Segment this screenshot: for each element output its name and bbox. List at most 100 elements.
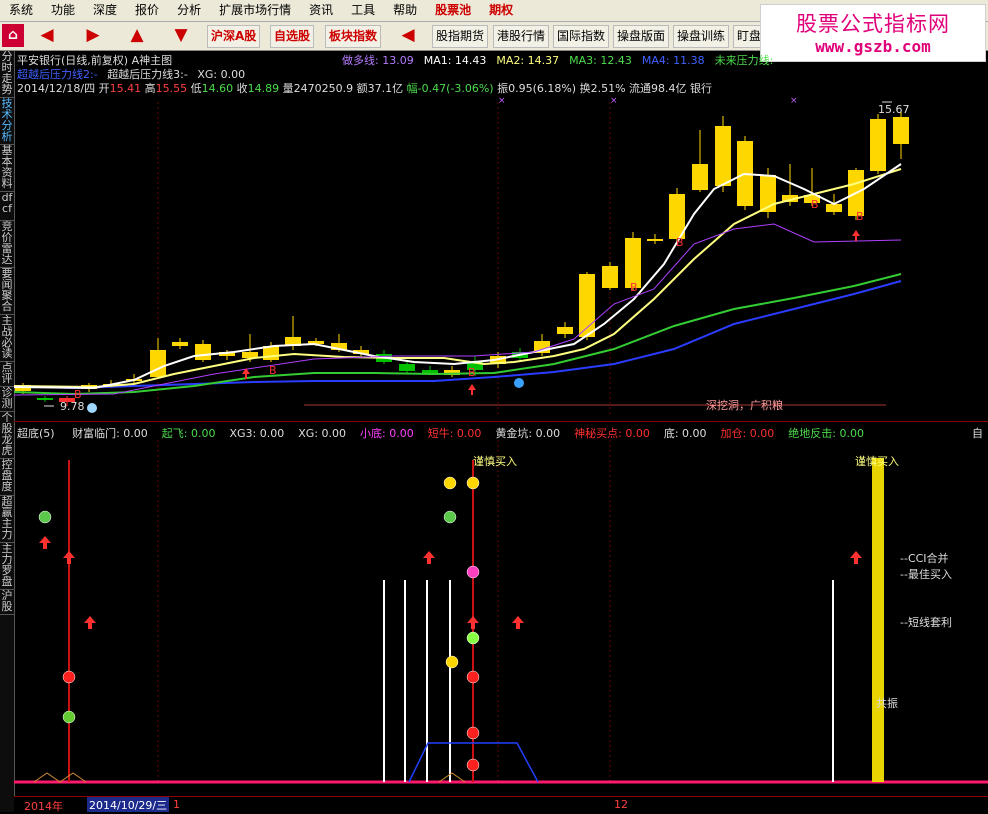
up-arrow-icon xyxy=(39,536,51,549)
menu-system[interactable]: 系统 xyxy=(0,0,42,21)
lower-indicator-items: 财富临门: 0.00 起飞: 0.00 XG3: 0.00 XG: 0.00 小底: 0… xyxy=(58,427,864,440)
x-marker: × xyxy=(610,96,618,106)
x-marker: × xyxy=(790,96,798,106)
sidebar-item-must-read[interactable]: 主战必读 xyxy=(0,315,14,362)
home-icon[interactable]: ⌂ xyxy=(2,24,24,47)
sidebar-item-main-force[interactable]: 超赢主力 xyxy=(0,496,14,543)
watermark-url: www.gszb.com xyxy=(815,37,931,56)
candle-body xyxy=(870,119,886,171)
max-price-label: 15.67 xyxy=(878,103,910,116)
up-arrow-icon xyxy=(63,551,75,564)
lower-indicator-chart[interactable] xyxy=(14,440,988,796)
candle-body xyxy=(150,350,166,377)
lower-indicator-item: 黄金坑: 0.00 xyxy=(495,427,561,440)
scroll-left-icon[interactable]: ◀ xyxy=(398,24,418,47)
candlesticks xyxy=(15,112,909,406)
x-marker: × xyxy=(498,96,506,106)
ma3-line xyxy=(14,273,902,396)
note-short-arb: --短线套利 xyxy=(900,616,952,629)
smiley-icon xyxy=(443,476,457,490)
menu-options[interactable]: 期权 xyxy=(480,0,522,21)
signal-b-marker: B xyxy=(630,281,638,294)
dig-deep-label: 深挖洞，广积粮 xyxy=(706,399,783,412)
triple-ball-icon xyxy=(38,510,52,524)
tab-trading-training[interactable]: 操盘训练 xyxy=(673,25,730,48)
x-axis: 2014年 2014/10/29/三 1 12 xyxy=(14,796,988,813)
menu-function[interactable]: 功能 xyxy=(42,0,84,21)
candle-body xyxy=(647,239,663,241)
up-arrow-icon xyxy=(852,230,860,241)
sidebar-item-news[interactable]: 要闻聚合 xyxy=(0,268,14,315)
lower-indicator-item: XG3: 0.00 xyxy=(229,427,285,440)
lower-indicator-item: 加仓: 0.00 xyxy=(720,427,775,440)
lower-chart-grid xyxy=(14,440,988,784)
diamond-icon xyxy=(466,565,480,579)
menu-extended-market[interactable]: 扩展市场行情 xyxy=(210,0,300,21)
menu-depth[interactable]: 深度 xyxy=(84,0,126,21)
lower-indicator-row: 超底(5) 财富临门: 0.00 起飞: 0.00 XG3: 0.00 XG: 0.0… xyxy=(17,425,864,441)
smiley-icon xyxy=(466,476,480,490)
down-arrow-icon[interactable]: ▼ xyxy=(170,24,192,47)
menu-quote[interactable]: 报价 xyxy=(126,0,168,21)
ma-legend: 做多线: 13.09 MA1: 14.43 MA2: 14.37 MA3: 12.43… xyxy=(342,52,783,68)
menu-analysis[interactable]: 分析 xyxy=(168,0,210,21)
sidebar-item-dragon-tiger[interactable]: 个股龙虎 xyxy=(0,412,14,459)
tab-intl-index[interactable]: 国际指数 xyxy=(553,25,610,48)
main-kline-chart[interactable]: BBBBBBB× × × xyxy=(14,94,988,420)
up-arrow-icon xyxy=(512,616,524,629)
up-arrow-icon[interactable]: ▲ xyxy=(126,24,148,47)
up-arrow-icon xyxy=(850,551,862,564)
ma-legend-item: MA3: 12.43 xyxy=(569,54,632,67)
sidebar-item-auction-radar[interactable]: 竞价雷达 xyxy=(0,221,14,268)
signal-b-marker: B xyxy=(856,210,864,223)
sidebar-item-dfcf[interactable]: dfcf xyxy=(0,192,14,221)
tab-watchlist[interactable]: 自选股 xyxy=(270,25,315,48)
x-axis-month-12: 12 xyxy=(614,798,628,811)
lower-indicator-item: 起飞: 0.00 xyxy=(161,427,216,440)
diamond-icon xyxy=(87,403,97,413)
forward-arrow-icon[interactable]: ▶ xyxy=(82,24,104,47)
tab-hk-stocks[interactable]: 港股行情 xyxy=(493,25,550,48)
triple-ball-icon xyxy=(443,510,457,524)
ma-legend-items: 做多线: 13.09 MA1: 14.43 MA2: 14.37 MA3: 12.43… xyxy=(342,54,783,67)
signal-b-marker: B xyxy=(468,366,476,379)
lower-indicator-item: 小底: 0.00 xyxy=(360,427,414,440)
menu-stock-pool[interactable]: 股票池 xyxy=(426,0,480,21)
lower-indicator-item: 短牛: 0.00 xyxy=(427,427,482,440)
sidebar-item-diagnose[interactable]: 诊测 xyxy=(0,387,14,412)
candle-body xyxy=(557,327,573,334)
pane-divider xyxy=(14,421,988,422)
back-arrow-icon[interactable]: ◀ xyxy=(36,24,58,47)
lower-signal-lines xyxy=(33,458,884,783)
red-ball-icon xyxy=(466,758,480,772)
long-line xyxy=(14,223,902,396)
lower-indicator-item: 绝地反击: 0.00 xyxy=(788,427,864,440)
up-arrow-icon xyxy=(84,616,96,629)
sidebar-item-control[interactable]: 控盘度 xyxy=(0,459,14,496)
lower-indicator-item: XG: 0.00 xyxy=(298,427,347,440)
tab-sector-index[interactable]: 板块指数 xyxy=(325,25,382,48)
menu-news[interactable]: 资讯 xyxy=(300,0,342,21)
ma-legend-item: 做多线: 13.09 xyxy=(342,54,414,67)
red-ball-icon xyxy=(466,726,480,740)
sidebar-item-sh[interactable]: 沪股 xyxy=(0,590,14,615)
left-sidebar: 分时走势 技术分析 基本资料 dfcf 竞价雷达 要闻聚合 主战必读 点评 诊测… xyxy=(0,51,15,812)
tab-hs-a-shares[interactable]: 沪深A股 xyxy=(207,25,261,48)
candle-body xyxy=(715,126,731,186)
cautious-buy-label-1: 谨慎买入 xyxy=(473,455,517,468)
diamond-icon xyxy=(514,378,524,388)
tab-trading-layout[interactable]: 操盘版面 xyxy=(613,25,670,48)
x-axis-month-1: 1 xyxy=(173,798,180,811)
menu-help[interactable]: 帮助 xyxy=(384,0,426,21)
note-best-buy: --最佳买入 xyxy=(900,568,952,581)
sidebar-item-intraday[interactable]: 分时走势 xyxy=(0,51,14,98)
sidebar-item-comment[interactable]: 点评 xyxy=(0,362,14,387)
candle-body xyxy=(602,266,618,288)
tab-index-futures[interactable]: 股指期货 xyxy=(432,25,489,48)
sidebar-item-fundamentals[interactable]: 基本资料 xyxy=(0,145,14,192)
watermark: 股票公式指标网 www.gszb.com xyxy=(760,4,986,62)
sidebar-item-compass[interactable]: 主力罗盘 xyxy=(0,543,14,590)
main-chart-markers: BBBBBBB× × × xyxy=(44,96,892,413)
menu-tools[interactable]: 工具 xyxy=(342,0,384,21)
sidebar-item-technical[interactable]: 技术分析 xyxy=(0,98,14,145)
